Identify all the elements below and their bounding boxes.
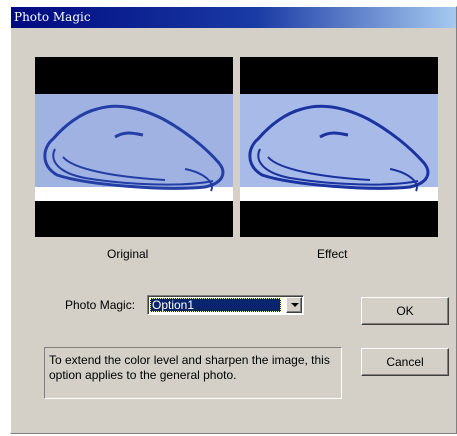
effect-caption: Effect <box>317 247 348 261</box>
photo-magic-selected-value[interactable]: Option1 <box>150 298 281 312</box>
title-bar[interactable]: Photo Magic <box>11 7 456 28</box>
effect-preview-image <box>240 57 438 237</box>
original-caption: Original <box>107 247 149 261</box>
window-title: Photo Magic <box>14 10 91 24</box>
photo-magic-label: Photo Magic: <box>65 298 136 312</box>
original-preview-image <box>35 57 233 237</box>
photo-magic-dropdown[interactable]: Option1 <box>147 295 304 315</box>
option-description: To extend the color level and sharpen th… <box>44 347 342 399</box>
dropdown-button[interactable] <box>286 297 302 313</box>
photo-magic-dialog: Photo Magic Original Effect Photo Magic: <box>10 6 457 434</box>
ok-button[interactable]: OK <box>361 297 449 325</box>
cancel-button[interactable]: Cancel <box>361 348 449 376</box>
chevron-down-icon <box>291 303 299 307</box>
